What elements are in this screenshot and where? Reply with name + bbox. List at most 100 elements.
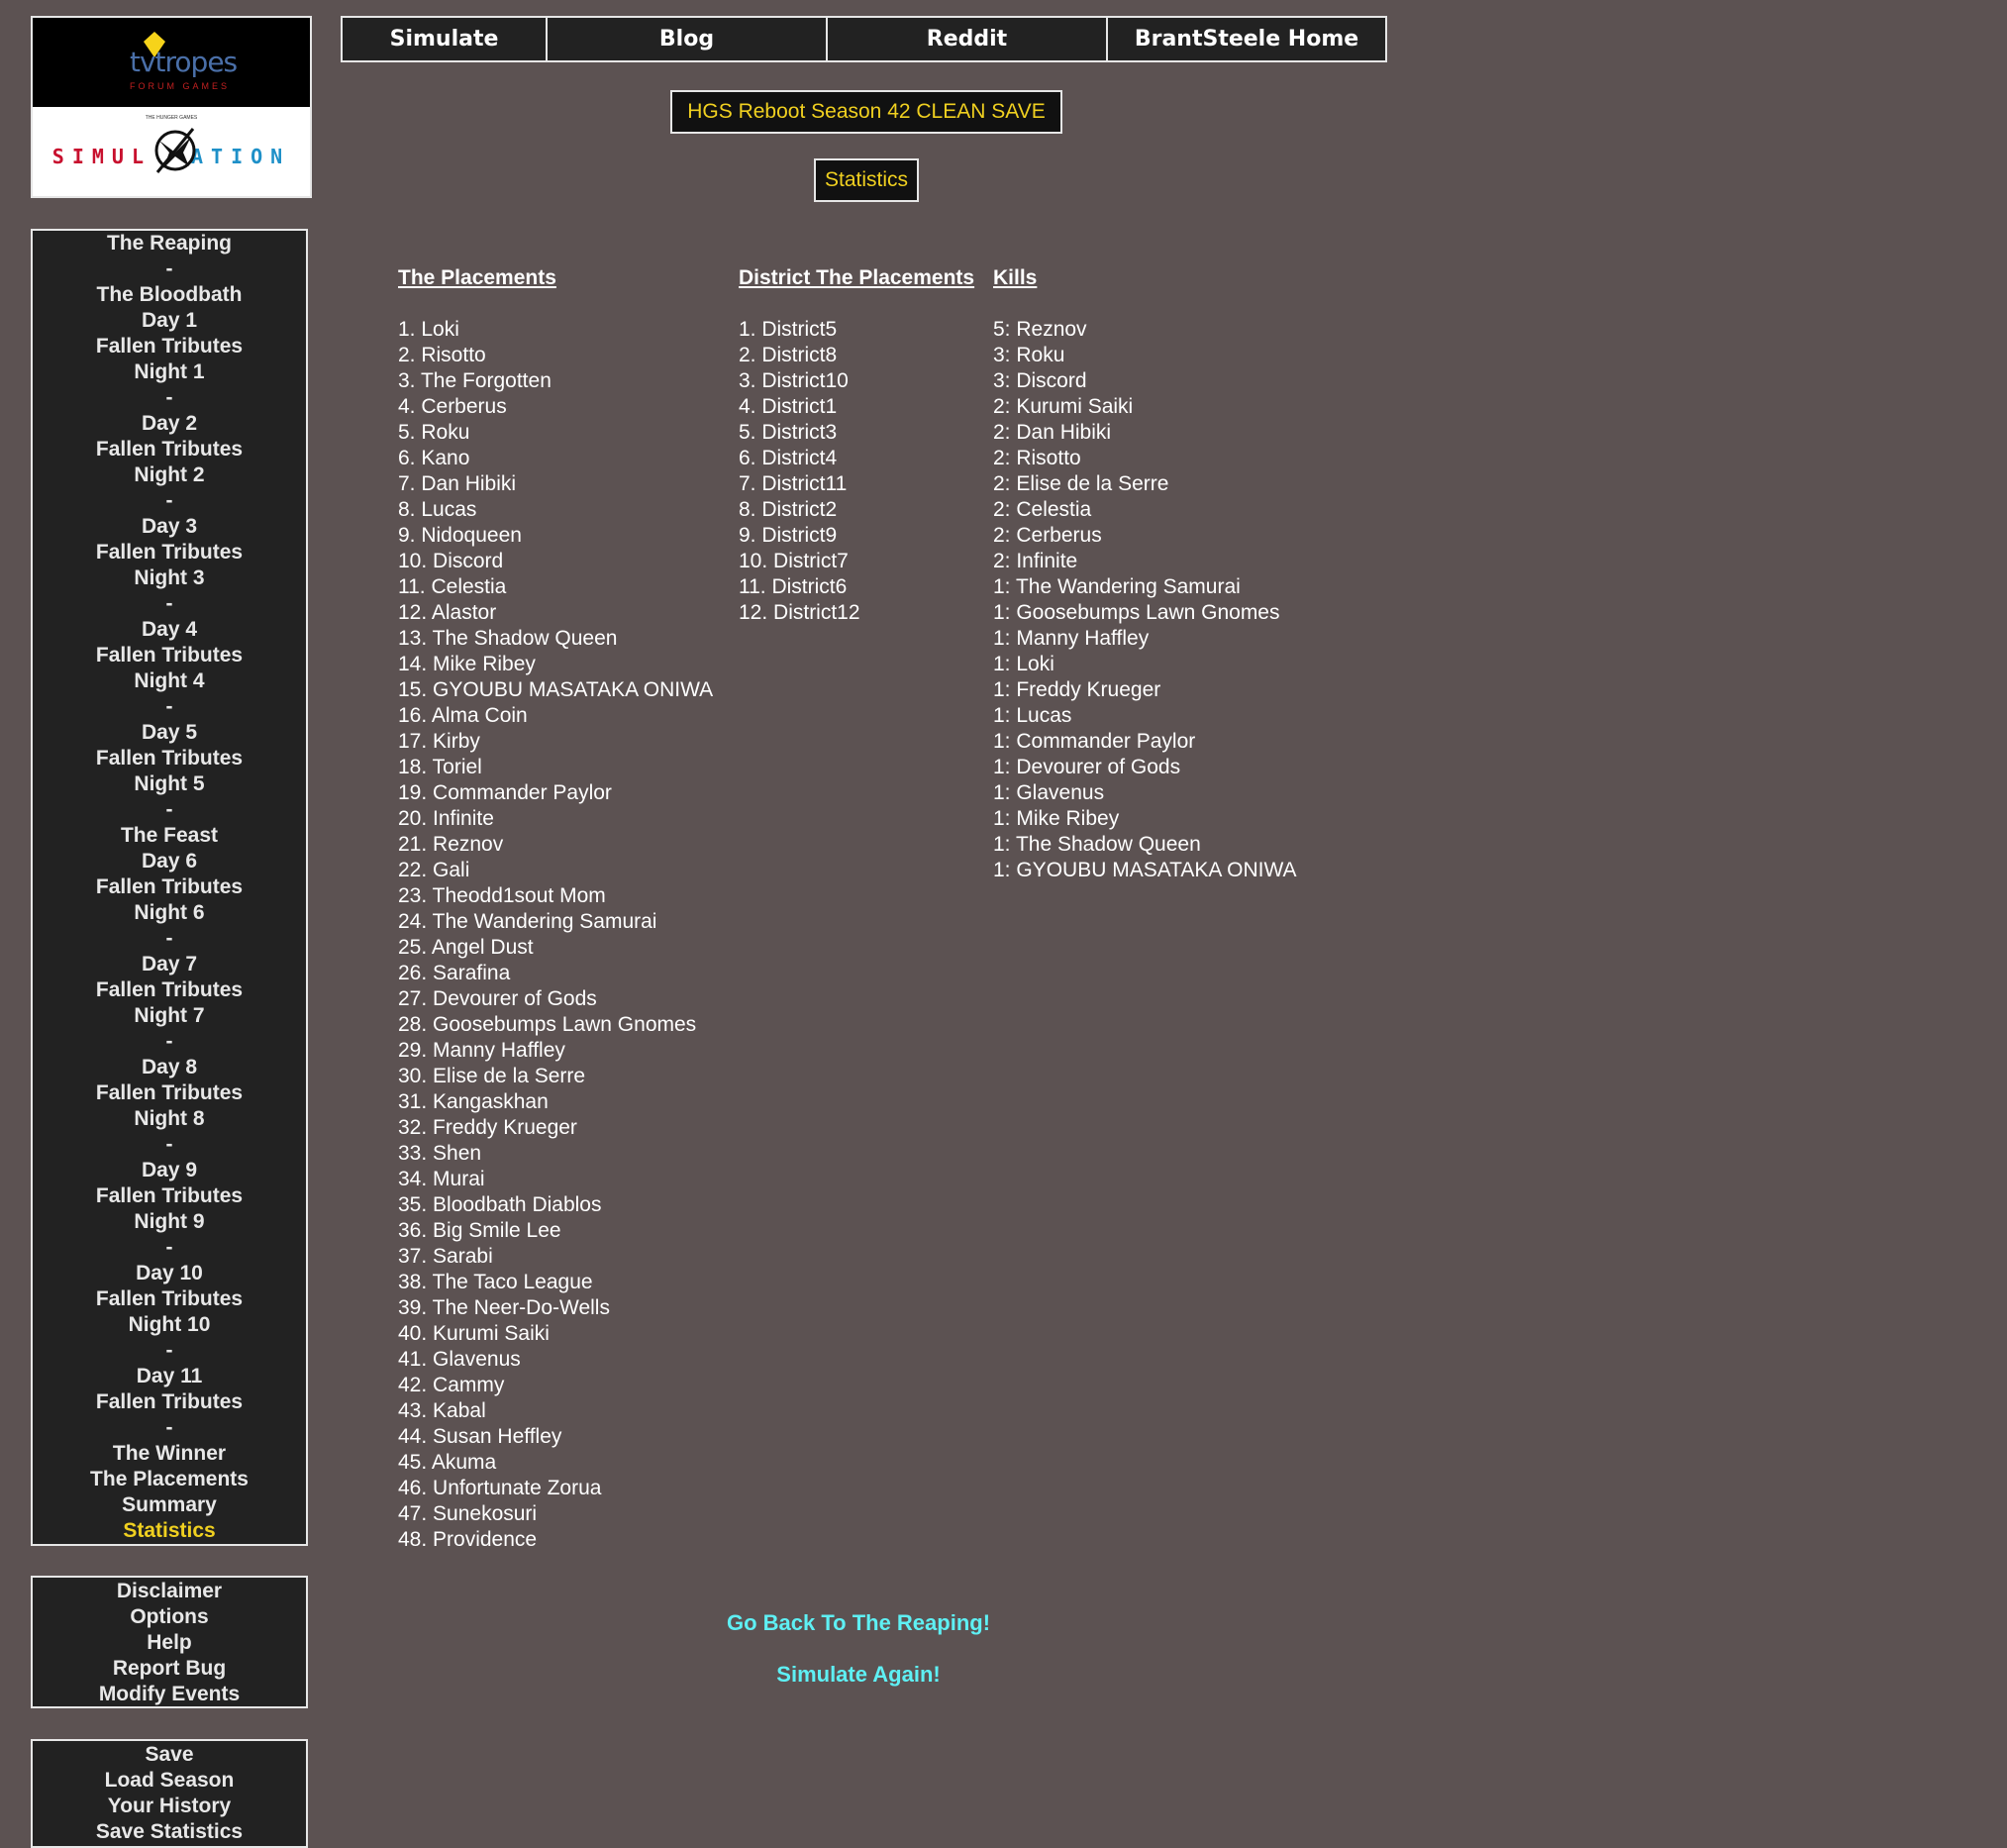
sidebar-item-day-2[interactable]: Day 2 — [33, 411, 306, 437]
sidebar-item-night-6[interactable]: Night 6 — [33, 900, 306, 926]
sidebar-item-the-placements[interactable]: The Placements — [33, 1467, 306, 1492]
placement-item: 4. Cerberus — [398, 395, 507, 418]
sidebar-item-the-winner[interactable]: The Winner — [33, 1441, 306, 1467]
kills-header: Kills — [993, 266, 1038, 289]
placement-item: 1. Loki — [398, 318, 459, 341]
placement-item: 42. Cammy — [398, 1374, 505, 1396]
placement-item: 44. Susan Heffley — [398, 1425, 562, 1448]
sidebar-item-fallen-tributes[interactable]: Fallen Tributes — [33, 1080, 306, 1106]
placement-item: 10. Discord — [398, 550, 504, 572]
placement-item: 39. The Neer-Do-Wells — [398, 1296, 610, 1319]
sidebar-item-fallen-tributes[interactable]: Fallen Tributes — [33, 437, 306, 462]
mockingjay-icon — [154, 128, 196, 173]
sidebar-save: Save Load Season Your History Save Statisti… — [31, 1739, 308, 1848]
sidebar-item-fallen-tributes[interactable]: Fallen Tributes — [33, 1183, 306, 1209]
tvtropes-banner: tvtropes FORUM GAMES — [33, 18, 310, 107]
sidebar-item-your-history[interactable]: Your History — [33, 1794, 306, 1819]
sidebar-item-night-8[interactable]: Night 8 — [33, 1106, 306, 1132]
sidebar-item-night-5[interactable]: Night 5 — [33, 771, 306, 797]
sidebar-item-night-9[interactable]: Night 9 — [33, 1209, 306, 1235]
sidebar-item-night-1[interactable]: Night 1 — [33, 359, 306, 385]
sidebar-item-day-9[interactable]: Day 9 — [33, 1158, 306, 1183]
sidebar-item-day-6[interactable]: Day 6 — [33, 849, 306, 874]
sidebar-item-night-2[interactable]: Night 2 — [33, 462, 306, 488]
sidebar-item-day-11[interactable]: Day 11 — [33, 1364, 306, 1389]
sidebar-separator: - — [165, 489, 173, 512]
sidebar-item-load-season[interactable]: Load Season — [33, 1768, 306, 1794]
sidebar-item-night-10[interactable]: Night 10 — [33, 1312, 306, 1338]
placement-item: 2. Risotto — [398, 344, 486, 366]
sidebar-item-fallen-tributes[interactable]: Fallen Tributes — [33, 1286, 306, 1312]
kills-item: 2: Infinite — [993, 550, 1078, 572]
district-placements-list: 1. District5 2. District8 3. District10 4. … — [739, 317, 974, 626]
placement-item: 14. Mike Ribey — [398, 653, 536, 675]
forum-games-text: FORUM GAMES — [130, 81, 231, 91]
sidebar-item-fallen-tributes[interactable]: Fallen Tributes — [33, 540, 306, 565]
sidebar-item-night-7[interactable]: Night 7 — [33, 1003, 306, 1029]
sidebar-item-fallen-tributes[interactable]: Fallen Tributes — [33, 334, 306, 359]
sidebar-item-the-bloodbath[interactable]: The Bloodbath — [33, 282, 306, 308]
sidebar-item-the-feast[interactable]: The Feast — [33, 823, 306, 849]
placement-item: 13. The Shadow Queen — [398, 627, 618, 650]
placement-item: 19. Commander Paylor — [398, 781, 612, 804]
placements-column: The Placements 1. Loki 2. Risotto 3. The F… — [398, 265, 713, 1553]
sidebar-item-fallen-tributes[interactable]: Fallen Tributes — [33, 746, 306, 771]
sidebar-item-day-7[interactable]: Day 7 — [33, 952, 306, 977]
page-label: Statistics — [814, 158, 919, 202]
kills-item: 5: Reznov — [993, 318, 1087, 341]
kills-item: 3: Discord — [993, 369, 1087, 392]
sidebar-item-fallen-tributes[interactable]: Fallen Tributes — [33, 1389, 306, 1415]
kills-column: Kills 5: Reznov 3: Roku 3: Discord 2: Kurum… — [993, 265, 1297, 883]
sidebar-item-night-3[interactable]: Night 3 — [33, 565, 306, 591]
nav-brantsteele-home[interactable]: BrantSteele Home — [1108, 18, 1385, 60]
sidebar-item-day-5[interactable]: Day 5 — [33, 720, 306, 746]
kills-item: 1: Manny Haffley — [993, 627, 1150, 650]
sidebar-item-disclaimer[interactable]: Disclaimer — [33, 1579, 306, 1604]
kills-item: 1: The Shadow Queen — [993, 833, 1201, 856]
sidebar-separator: - — [165, 257, 173, 280]
placement-item: 38. The Taco League — [398, 1271, 593, 1293]
placements-list: 1. Loki 2. Risotto 3. The Forgotten 4. Cerb… — [398, 317, 713, 1553]
sidebar-item-the-reaping[interactable]: The Reaping — [33, 231, 306, 257]
kills-item: 1: The Wandering Samurai — [993, 575, 1241, 598]
district-placement-item: 1. District5 — [739, 318, 838, 341]
district-placement-item: 12. District12 — [739, 601, 860, 624]
sidebar-item-save[interactable]: Save — [33, 1742, 306, 1768]
sidebar-separator: - — [165, 1339, 173, 1362]
sidebar-item-fallen-tributes[interactable]: Fallen Tributes — [33, 977, 306, 1003]
kills-list: 5: Reznov 3: Roku 3: Discord 2: Kurumi Saik… — [993, 317, 1297, 883]
sidebar-item-save-statistics[interactable]: Save Statistics — [33, 1819, 306, 1845]
kills-item: 3: Roku — [993, 344, 1065, 366]
sidebar-item-fallen-tributes[interactable]: Fallen Tributes — [33, 643, 306, 668]
simulate-again-link[interactable]: Simulate Again! — [0, 1662, 1717, 1688]
sidebar-separator: - — [165, 1236, 173, 1259]
placement-item: 43. Kabal — [398, 1399, 486, 1422]
sidebar-item-day-8[interactable]: Day 8 — [33, 1055, 306, 1080]
nav-blog[interactable]: Blog — [548, 18, 828, 60]
nav-reddit[interactable]: Reddit — [828, 18, 1108, 60]
simulation-banner: THE HUNGER GAMES SIMUL ATION — [33, 107, 310, 196]
sidebar-item-day-4[interactable]: Day 4 — [33, 617, 306, 643]
placement-item: 26. Sarafina — [398, 962, 511, 984]
sidebar-item-night-4[interactable]: Night 4 — [33, 668, 306, 694]
placement-item: 27. Devourer of Gods — [398, 987, 597, 1010]
sidebar-separator: - — [165, 386, 173, 409]
nav-simulate[interactable]: Simulate — [343, 18, 548, 60]
site-logo[interactable]: tvtropes FORUM GAMES THE HUNGER GAMES SI… — [31, 16, 312, 198]
sidebar-item-day-3[interactable]: Day 3 — [33, 514, 306, 540]
district-placements-header: District The Placements — [739, 266, 975, 289]
placement-item: 15. GYOUBU MASATAKA ONIWA — [398, 678, 714, 701]
district-placement-item: 6. District4 — [739, 447, 838, 469]
sidebar-item-summary[interactable]: Summary — [33, 1492, 306, 1518]
kills-item: 1: Goosebumps Lawn Gnomes — [993, 601, 1280, 624]
district-placement-item: 9. District9 — [739, 524, 838, 547]
sidebar-item-day-10[interactable]: Day 10 — [33, 1261, 306, 1286]
sidebar-item-statistics[interactable]: Statistics — [33, 1518, 306, 1544]
placement-item: 7. Dan Hibiki — [398, 472, 517, 495]
sidebar-item-day-1[interactable]: Day 1 — [33, 308, 306, 334]
back-to-reaping-link[interactable]: Go Back To The Reaping! — [0, 1610, 1717, 1636]
placement-item: 41. Glavenus — [398, 1348, 521, 1371]
district-placement-item: 2. District8 — [739, 344, 838, 366]
placement-item: 6. Kano — [398, 447, 470, 469]
sidebar-item-fallen-tributes[interactable]: Fallen Tributes — [33, 874, 306, 900]
